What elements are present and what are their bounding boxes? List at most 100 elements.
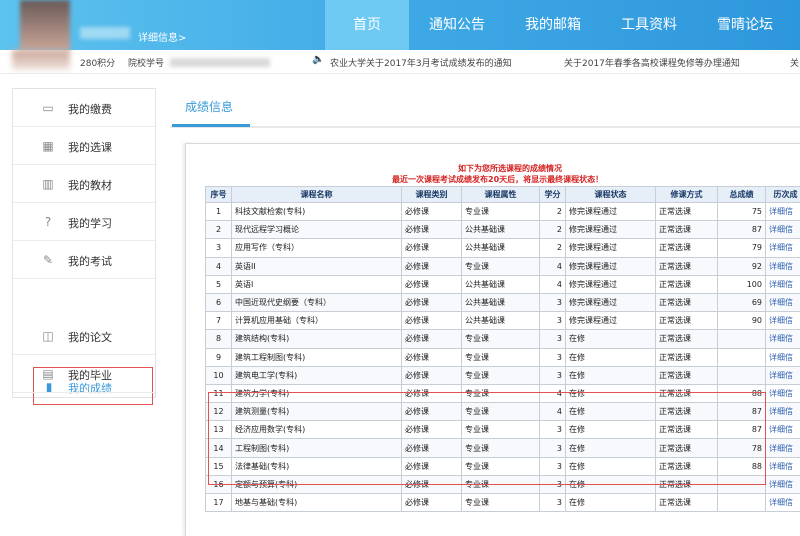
table-cell: 在修 — [565, 420, 656, 440]
table-cell: 专业课 — [461, 383, 540, 404]
column-header: 历次成 — [765, 186, 800, 203]
sidebar-item-label: 我的考试 — [68, 255, 112, 268]
table-cell: 必修课 — [401, 292, 462, 313]
detail-link[interactable]: 详细信 — [765, 292, 800, 313]
school-id-label: 院校学号 — [128, 59, 165, 69]
table-cell: 专业课 — [461, 456, 540, 476]
detail-link[interactable]: 详细信 — [765, 383, 800, 404]
table-cell: 78 — [717, 438, 766, 458]
table-cell: 中国近现代史纲要（专科） — [231, 292, 402, 313]
table-cell: 建筑工程制图(专科) — [231, 347, 402, 367]
table-cell: 3 — [539, 456, 566, 476]
table-cell: 3 — [539, 347, 566, 367]
sidebar-item[interactable]: ? 我的学习 — [13, 203, 155, 241]
sidebar-item[interactable]: ▤ 我的毕业 — [13, 355, 155, 393]
table-cell: 正常选课 — [655, 438, 718, 458]
table-cell: 建筑测量(专科) — [231, 402, 402, 422]
nav-item[interactable]: 雪晴论坛 — [697, 0, 793, 50]
detail-link[interactable]: 详细信 — [765, 274, 800, 294]
table-cell: 必修课 — [401, 365, 462, 385]
table-cell: 87 — [717, 220, 766, 240]
table-cell: 现代远程学习概论 — [231, 220, 402, 240]
table-cell: 修完课程通过 — [565, 201, 656, 222]
table-cell: 必修课 — [401, 402, 462, 422]
school-id-redacted — [170, 58, 270, 67]
detail-info-link[interactable]: 详细信息> — [138, 29, 186, 44]
detail-link[interactable]: 详细信 — [765, 438, 800, 458]
table-row: 13 经济应用数学(专科) 必修课 专业课 3 在修 正常选课 87 详细信 — [205, 420, 800, 440]
detail-link[interactable]: 详细信 — [765, 474, 800, 495]
table-cell: 11 — [205, 383, 232, 404]
nav-item[interactable]: 我的邮箱 — [505, 0, 601, 50]
table-cell: 必修课 — [401, 347, 462, 367]
table-row: 6 中国近现代史纲要（专科） 必修课 公共基础课 3 修完课程通过 正常选课 69 详细信 — [205, 292, 800, 313]
detail-link[interactable]: 详细信 — [765, 402, 800, 422]
sidebar-item[interactable]: ▦ 我的选课 — [13, 127, 155, 165]
table-cell: 在修 — [565, 329, 656, 349]
table-cell: 3 — [539, 438, 566, 458]
detail-link[interactable]: 详细信 — [765, 492, 800, 513]
detail-link[interactable]: 详细信 — [765, 201, 800, 222]
page-title: 成绩信息 — [185, 100, 234, 114]
grades-table: 序号 课程名称 课程类别 课程属性 学分 课程状态 修课方式 总成绩 历次成 1 科技文献检索(专… — [205, 186, 800, 513]
avatar[interactable] — [20, 0, 70, 50]
sidebar: ▭ 我的缴费 ▦ 我的选课 ▥ 我的教材? 我的学习 ✎ 我的考试 ▮ 我的成绩 ◫ 我的论文 ▤ 我的毕业 — [12, 88, 156, 405]
table-cell: 修完课程通过 — [565, 256, 656, 276]
table-header-row: 序号 课程名称 课程类别 课程属性 学分 课程状态 修课方式 总成绩 历次成 — [205, 186, 800, 203]
table-cell: 4 — [539, 274, 566, 294]
nav-item[interactable]: 通知公告 — [409, 0, 505, 50]
table-cell: 正常选课 — [655, 347, 718, 367]
table-cell: 公共基础课 — [461, 274, 540, 294]
table-cell: 10 — [205, 365, 232, 385]
table-cell: 公共基础课 — [461, 238, 540, 258]
nav-item[interactable]: 首页 — [325, 0, 409, 50]
table-cell: 法律基础(专科) — [231, 456, 402, 476]
table-cell: 在修 — [565, 365, 656, 385]
detail-link[interactable]: 详细信 — [765, 311, 800, 331]
table-cell: 79 — [717, 238, 766, 258]
sidebar-item[interactable]: ✎ 我的考试 — [13, 241, 155, 279]
top-header: 详细信息> 首页 通知公告 我的邮箱 工具资料 雪晴论坛 — [0, 0, 800, 50]
detail-link[interactable]: 详细信 — [765, 420, 800, 440]
username-redacted — [80, 27, 130, 39]
table-row: 5 英语I 必修课 公共基础课 4 修完课程通过 正常选课 100 详细信 — [205, 274, 800, 294]
sidebar-item-label: 我的学习 — [68, 217, 112, 230]
table-cell: 专业课 — [461, 201, 540, 222]
table-cell: 修完课程通过 — [565, 238, 656, 258]
table-cell: 在修 — [565, 474, 656, 495]
avatar-fade — [12, 50, 70, 70]
table-row: 9 建筑工程制图(专科) 必修课 专业课 3 在修 正常选课 详细信 — [205, 347, 800, 367]
main-nav: 首页 通知公告 我的邮箱 工具资料 雪晴论坛 — [325, 0, 793, 50]
table-cell: 修完课程通过 — [565, 220, 656, 240]
table-cell: 在修 — [565, 438, 656, 458]
sidebar-item[interactable]: ◫ 我的论文 — [13, 317, 155, 355]
table-cell: 3 — [539, 420, 566, 440]
table-cell: 92 — [717, 256, 766, 276]
table-cell: 3 — [539, 365, 566, 385]
table-cell: 9 — [205, 347, 232, 367]
detail-link[interactable]: 详细信 — [765, 329, 800, 349]
sidebar-item-label: 我的论文 — [68, 331, 112, 344]
notice-link[interactable]: 农业大学关于2017年3月考试成绩发布的通知 — [330, 56, 512, 69]
table-cell — [717, 365, 766, 385]
sidebar-item[interactable]: ▭ 我的缴费 — [13, 89, 155, 127]
notice-link[interactable]: 关 — [790, 56, 799, 69]
table-cell: 必修课 — [401, 456, 462, 476]
detail-link[interactable]: 详细信 — [765, 238, 800, 258]
detail-link[interactable]: 详细信 — [765, 365, 800, 385]
sidebar-item[interactable]: ▥ 我的教材 — [13, 165, 155, 203]
table-row: 2 现代远程学习概论 必修课 公共基础课 2 修完课程通过 正常选课 87 详细信 — [205, 220, 800, 240]
detail-link[interactable]: 详细信 — [765, 456, 800, 476]
detail-link[interactable]: 详细信 — [765, 347, 800, 367]
table-cell: 正常选课 — [655, 274, 718, 294]
table-cell: 经济应用数学(专科) — [231, 420, 402, 440]
nav-item[interactable]: 工具资料 — [601, 0, 697, 50]
notice-link[interactable]: 关于2017年春季各高校课程免修等办理通知 — [564, 56, 740, 69]
detail-link[interactable]: 详细信 — [765, 256, 800, 276]
detail-link[interactable]: 详细信 — [765, 220, 800, 240]
table-row: 7 计算机应用基础（专科） 必修课 公共基础课 3 修完课程通过 正常选课 90 详细信 — [205, 311, 800, 331]
speaker-icon: 🔈 — [312, 54, 325, 65]
table-cell: 6 — [205, 292, 232, 313]
points-text: 280积分 — [80, 59, 116, 69]
table-cell — [717, 329, 766, 349]
